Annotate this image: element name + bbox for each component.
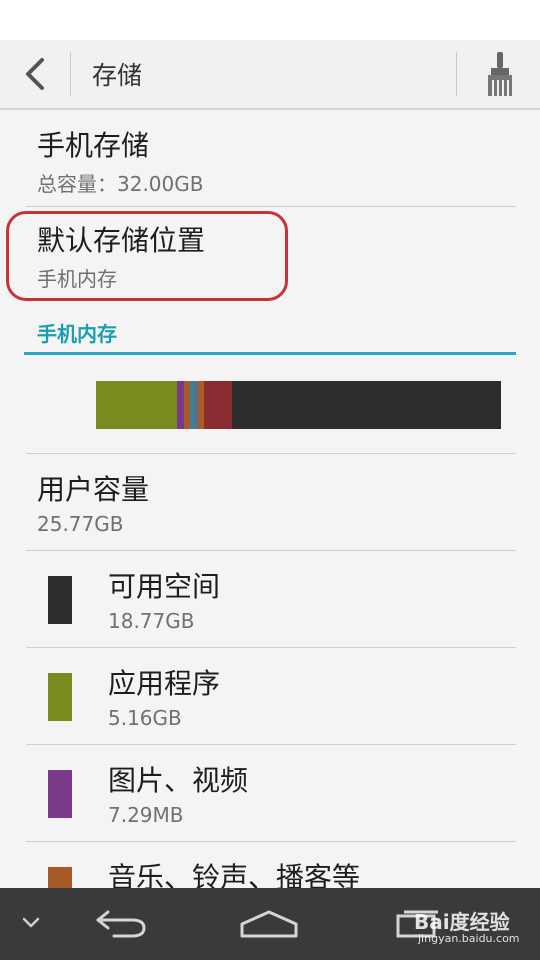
legend-item-music-ringtones[interactable]: 音乐、铃声、播客等 — [0, 842, 540, 888]
watermark-url: jingyan.baidu.com — [418, 932, 520, 945]
action-bar-divider — [70, 52, 71, 96]
storage-usage-bar — [96, 381, 501, 429]
legend-item-free-space[interactable]: 可用空间 18.77GB — [0, 551, 540, 647]
user-capacity-value: 25.77GB — [37, 512, 124, 536]
usage-segment — [177, 381, 185, 429]
legend-label: 音乐、铃声、播客等 — [108, 861, 361, 888]
legend-item-pictures-videos[interactable]: 图片、视频 7.29MB — [0, 745, 540, 841]
user-capacity-title: 用户容量 — [37, 473, 150, 506]
legend-label: 应用程序 — [108, 667, 221, 700]
legend-item-apps[interactable]: 应用程序 5.16GB — [0, 648, 540, 744]
phone-storage-title: 手机存储 — [37, 129, 150, 162]
legend-value: 7.29MB — [108, 803, 184, 827]
back-button[interactable] — [14, 52, 58, 96]
clean-button[interactable] — [478, 50, 522, 100]
top-blank-area — [0, 0, 540, 40]
home-icon[interactable] — [238, 908, 300, 940]
legend-label: 图片、视频 — [108, 764, 249, 797]
brush-icon — [488, 52, 512, 96]
legend-color-swatch — [48, 770, 72, 818]
action-bar-divider-right — [456, 52, 457, 96]
phone-storage-total: 总容量：32.00GB — [37, 172, 204, 196]
legend-color-swatch — [48, 576, 72, 624]
page-title: 存储 — [92, 61, 143, 90]
usage-segment — [96, 381, 177, 429]
user-capacity-item: 用户容量 25.77GB — [0, 454, 540, 550]
watermark-brand: Bai度经验 — [414, 910, 510, 934]
legend-color-swatch — [48, 867, 72, 888]
section-header-internal: 手机内存 — [37, 322, 117, 346]
baidu-watermark: Bai度经验 jingyan.baidu.com — [408, 902, 536, 948]
back-nav-icon[interactable] — [92, 906, 150, 940]
usage-segment — [232, 381, 493, 429]
legend-value: 18.77GB — [108, 609, 195, 633]
legend-label: 可用空间 — [108, 570, 221, 603]
chevron-left-icon — [26, 58, 44, 90]
legend-value: 5.16GB — [108, 706, 182, 730]
phone-storage-item[interactable]: 手机存储 总容量：32.00GB — [0, 110, 540, 206]
action-bar: 存储 — [0, 40, 540, 110]
hide-keyboard-icon[interactable] — [18, 912, 44, 932]
section-header-underline — [24, 352, 516, 355]
usage-segment — [204, 381, 233, 429]
highlight-annotation — [6, 211, 288, 301]
legend-color-swatch — [48, 673, 72, 721]
